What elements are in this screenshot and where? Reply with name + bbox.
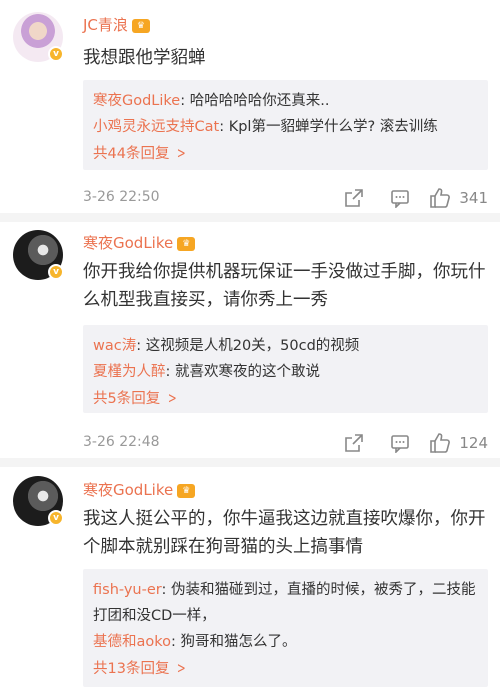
reply-text: : 就喜欢寒夜的这个敢说 xyxy=(165,364,321,380)
reply-item[interactable]: 夏槿为人醉: 就喜欢寒夜的这个敢说 xyxy=(93,359,478,385)
comment-timestamp: 3-26 22:48 xyxy=(83,434,160,450)
reply-author[interactable]: 夏槿为人醉 xyxy=(93,364,166,380)
more-replies-link[interactable]: 共13条回复 > xyxy=(93,655,478,682)
chevron-right-icon: > xyxy=(177,659,187,677)
share-icon[interactable] xyxy=(331,431,377,455)
reply-text: : 哈哈哈哈哈你还真来.. xyxy=(180,93,330,109)
like-button[interactable]: 124 xyxy=(429,432,488,454)
comment-actions: 341 xyxy=(331,186,488,210)
reply-author[interactable]: wac涛 xyxy=(93,338,136,354)
level-badge-icon: ♛ xyxy=(131,18,150,33)
reply-text: : 狗哥和猫怎么了。 xyxy=(171,634,297,650)
reply-item[interactable]: fish-yu-er: 伪装和猫碰到过，直播的时候，被秀了，二技能打团和没CD一… xyxy=(93,577,478,629)
verified-badge-icon: v xyxy=(48,46,64,62)
share-icon[interactable] xyxy=(331,186,377,210)
comment-icon[interactable] xyxy=(377,186,423,210)
more-replies-link[interactable]: 共44条回复 > xyxy=(93,140,478,167)
reply-author[interactable]: 小鸡灵永远支持Cat xyxy=(93,119,219,135)
comment-text: 我想跟他学貂蝉 xyxy=(83,48,206,68)
comment-timestamp: 3-26 22:50 xyxy=(83,189,160,205)
comment-actions: 124 xyxy=(331,431,488,455)
comment-icon[interactable] xyxy=(377,431,423,455)
verified-badge-icon: v xyxy=(48,264,64,280)
reply-item[interactable]: 小鸡灵永远支持Cat: Kpl第一貂蝉学什么学? 滚去训练 xyxy=(93,114,478,140)
level-badge-icon: ♛ xyxy=(177,483,196,498)
thumbs-up-icon xyxy=(430,188,451,208)
like-count: 124 xyxy=(459,434,488,452)
like-count: 341 xyxy=(459,189,488,207)
comment-username[interactable]: 寒夜GodLike ♛ xyxy=(83,479,196,500)
verified-badge-icon: v xyxy=(48,510,64,526)
level-badge-icon: ♛ xyxy=(177,236,196,251)
more-replies-link[interactable]: 共5条回复 > xyxy=(93,385,478,412)
reply-item[interactable]: 基德和aoko: 狗哥和猫怎么了。 xyxy=(93,629,478,655)
reply-text: : Kpl第一貂蝉学什么学? 滚去训练 xyxy=(219,119,438,135)
reply-text: : 这视频是人机20关，50cd的视频 xyxy=(136,338,360,354)
comment-text: 我这人挺公平的，你牛逼我这边就直接吹爆你，你开个脚本就别踩在狗哥猫的头上搞事情 xyxy=(83,509,486,557)
reply-author[interactable]: 基德和aoko xyxy=(93,634,171,650)
thumbs-up-icon xyxy=(430,433,451,453)
reply-item[interactable]: 寒夜GodLike: 哈哈哈哈哈你还真来.. xyxy=(93,88,478,114)
like-button[interactable]: 341 xyxy=(429,187,488,209)
reply-item[interactable]: wac涛: 这视频是人机20关，50cd的视频 xyxy=(93,333,478,359)
reply-box[interactable]: wac涛: 这视频是人机20关，50cd的视频 夏槿为人醉: 就喜欢寒夜的这个敢… xyxy=(83,325,488,413)
reply-box[interactable]: 寒夜GodLike: 哈哈哈哈哈你还真来.. 小鸡灵永远支持Cat: Kpl第一… xyxy=(83,80,488,170)
divider xyxy=(0,213,500,222)
reply-author[interactable]: 寒夜GodLike xyxy=(93,93,180,109)
comment-text: 你开我给你提供机器玩保证一手没做过手脚，你玩什么机型我直接买，请你秀上一秀 xyxy=(83,262,486,310)
comment-username[interactable]: JC青浪 ♛ xyxy=(83,14,150,35)
chevron-right-icon: > xyxy=(177,144,187,162)
reply-author[interactable]: fish-yu-er xyxy=(93,582,162,598)
comment-username[interactable]: 寒夜GodLike ♛ xyxy=(83,232,196,253)
chevron-right-icon: > xyxy=(168,389,177,407)
reply-box[interactable]: fish-yu-er: 伪装和猫碰到过，直播的时候，被秀了，二技能打团和没CD一… xyxy=(83,569,488,687)
divider xyxy=(0,458,500,467)
